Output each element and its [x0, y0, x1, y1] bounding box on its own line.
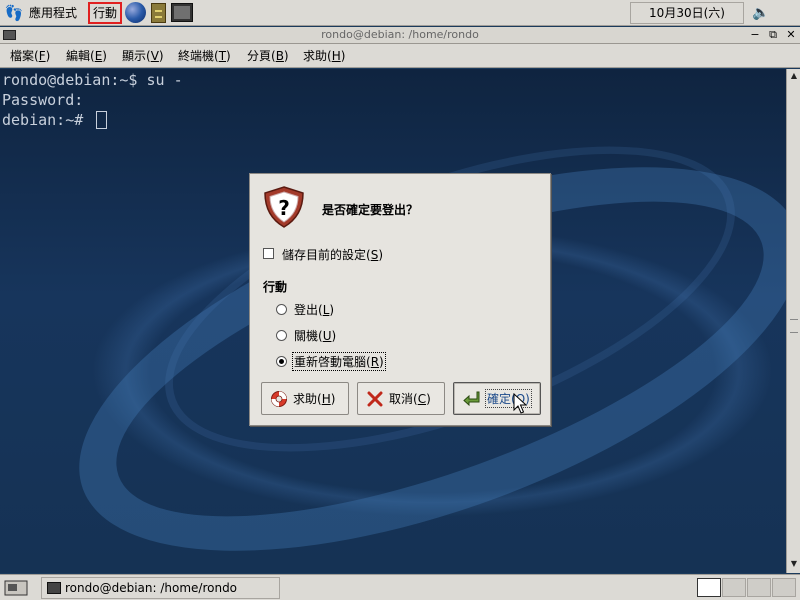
cancel-x-icon — [367, 391, 383, 406]
workspace-3[interactable] — [747, 578, 771, 597]
bottom-panel: rondo@debian: /home/rondo — [0, 574, 800, 600]
restart-suffix: ) — [379, 355, 384, 369]
terminal-prompt: debian:~# — [2, 111, 93, 129]
cancel-button[interactable]: 取消(C) — [357, 382, 445, 415]
menu-help-label: 求助( — [303, 49, 332, 63]
menu-view-suffix: ) — [158, 49, 164, 63]
file-cabinet-icon[interactable] — [151, 3, 166, 23]
workspace-2[interactable] — [722, 578, 746, 597]
scroll-down-icon[interactable]: ▼ — [789, 559, 799, 568]
terminal-line: rondo@debian:~$ su - — [2, 71, 183, 89]
save-settings-suffix: ) — [378, 248, 383, 262]
globe-icon[interactable] — [125, 2, 146, 23]
window-titlebar[interactable]: rondo@debian: /home/rondo − ⧉ ✕ — [0, 27, 800, 44]
menu-edit-label: 編輯( — [66, 49, 95, 63]
menu-view[interactable]: 顯示(V) — [122, 44, 164, 68]
cancel-text: 取消( — [389, 392, 418, 406]
menu-help-mnemonic: H — [331, 49, 341, 63]
menu-edit-suffix: ) — [102, 49, 107, 63]
menu-edit[interactable]: 編輯(E) — [66, 44, 107, 68]
show-desktop-icon[interactable] — [4, 580, 28, 596]
terminal-scrollbar[interactable]: ▲ ▼ — [786, 69, 800, 573]
taskbar-item-label: rondo@debian: /home/rondo — [65, 581, 238, 595]
menu-file-suffix: ) — [45, 49, 51, 63]
dialog-question: 是否確定要登出？ — [322, 203, 419, 217]
save-settings-text: 儲存目前的設定( — [282, 248, 371, 262]
help-mnemonic: H — [321, 392, 331, 406]
logout-option-label[interactable]: 登出(L) — [294, 301, 334, 318]
action-section-label: 行動 — [263, 280, 288, 294]
shutdown-option-label[interactable]: 關機(U) — [294, 327, 336, 344]
menu-terminal-suffix: ) — [226, 49, 231, 63]
enter-arrow-icon — [463, 391, 480, 406]
question-icon: ? — [264, 186, 304, 228]
logout-dialog: ? 是否確定要登出？ 儲存目前的設定(S) 行動 登出(L) 關機(U) 重新啓… — [249, 173, 551, 426]
menu-help-suffix: ) — [340, 49, 346, 63]
menu-tabs-label: 分頁( — [247, 49, 276, 63]
help-text: 求助( — [293, 392, 322, 406]
window-title: rondo@debian: /home/rondo — [321, 28, 479, 41]
menu-terminal[interactable]: 終端機(T) — [178, 44, 231, 68]
top-panel: 👣 應用程式 行動 10月30日(六) 07:40 🔈 — [0, 0, 800, 40]
workspace-4[interactable] — [772, 578, 796, 597]
foot-icon[interactable]: 👣 — [4, 0, 24, 26]
logout-suffix: ) — [329, 303, 335, 317]
workspace-1[interactable] — [697, 578, 721, 597]
cancel-suffix: ) — [426, 392, 431, 406]
menu-tabs-mnemonic: B — [275, 49, 284, 63]
mouse-pointer-icon — [513, 393, 527, 414]
menu-tabs-suffix: ) — [283, 49, 289, 63]
applications-menu[interactable]: 應用程式 — [29, 0, 77, 26]
scroll-thumb-grip[interactable] — [790, 319, 798, 333]
minimize-icon[interactable]: − — [748, 28, 762, 42]
close-icon[interactable]: ✕ — [784, 28, 798, 42]
save-settings-label[interactable]: 儲存目前的設定(S) — [282, 246, 383, 263]
speaker-icon[interactable]: 🔈 — [752, 0, 769, 26]
shutdown-text: 關機( — [294, 329, 323, 343]
menu-file[interactable]: 檔案(F) — [10, 44, 50, 68]
text-cursor — [96, 111, 108, 129]
logout-radio[interactable] — [276, 304, 287, 315]
terminal-task-icon — [47, 582, 61, 594]
menu-terminal-mnemonic: T — [218, 49, 227, 63]
menu-view-mnemonic: V — [150, 49, 159, 63]
window-menubar: 檔案(F) 編輯(E) 顯示(V) 終端機(T) 分頁(B) 求助(H) — [0, 44, 800, 68]
svg-text:?: ? — [278, 196, 290, 220]
logout-text: 登出( — [294, 303, 323, 317]
ok-text: 確定( — [487, 392, 516, 406]
scroll-up-icon[interactable]: ▲ — [789, 71, 799, 80]
restart-option-label[interactable]: 重新啓動電腦(R) — [292, 352, 386, 371]
menu-file-mnemonic: F — [38, 49, 46, 63]
help-button[interactable]: 求助(H) — [261, 382, 349, 415]
terminal-prompt-line: debian:~# — [2, 110, 108, 130]
terminal-line: Password: — [2, 91, 84, 109]
help-suffix: ) — [330, 392, 336, 406]
restart-text: 重新啓動電腦( — [294, 355, 371, 369]
cancel-mnemonic: C — [417, 392, 427, 406]
clock[interactable]: 10月30日(六) 07:40 — [630, 2, 744, 40]
shutdown-suffix: ) — [331, 329, 337, 343]
lifebuoy-icon — [271, 390, 287, 407]
cancel-button-label: 取消(C) — [389, 390, 431, 407]
actions-menu[interactable]: 行動 — [88, 2, 123, 24]
terminal-launcher-icon[interactable] — [171, 3, 193, 22]
ok-button[interactable]: 確定(O) — [453, 382, 541, 415]
menu-view-label: 顯示( — [122, 49, 151, 63]
taskbar-item-terminal[interactable]: rondo@debian: /home/rondo — [41, 577, 280, 599]
menu-help[interactable]: 求助(H) — [303, 44, 345, 68]
menu-terminal-label: 終端機( — [178, 49, 219, 63]
help-button-label: 求助(H) — [293, 390, 335, 407]
restart-mnemonic: R — [370, 355, 380, 369]
shutdown-radio[interactable] — [276, 330, 287, 341]
menu-file-label: 檔案( — [10, 49, 39, 63]
menu-tabs[interactable]: 分頁(B) — [247, 44, 289, 68]
maximize-icon[interactable]: ⧉ — [766, 28, 780, 42]
restart-radio[interactable] — [276, 356, 287, 367]
save-settings-checkbox[interactable] — [263, 248, 274, 259]
